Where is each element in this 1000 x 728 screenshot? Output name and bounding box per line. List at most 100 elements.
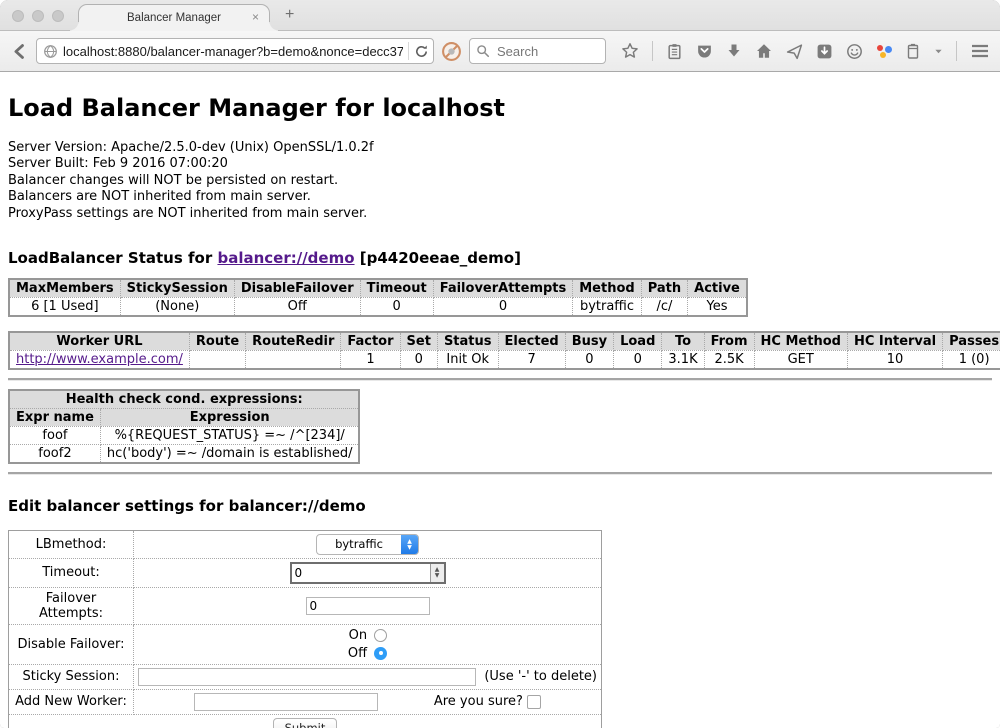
col-set: Set <box>400 332 437 351</box>
balancer-status-header-row: MaxMembers StickySession DisableFailover… <box>9 279 747 298</box>
hamburger-menu-icon[interactable] <box>970 43 990 59</box>
col-active: Active <box>688 279 747 298</box>
col-hc-interval: HC Interval <box>847 332 942 351</box>
cell-active: Yes <box>688 297 747 316</box>
page-content: Load Balancer Manager for localhost Serv… <box>0 72 1000 728</box>
lbmethod-select[interactable]: bytraffic ▲▼ <box>316 534 419 555</box>
health-row: foof2 hc('body') =~ /domain is establish… <box>9 444 359 463</box>
cell-elected: 7 <box>498 350 565 369</box>
col-method: Method <box>573 279 641 298</box>
server-built-line: Server Built: Feb 9 2016 07:00:20 <box>8 156 992 172</box>
cell-set: 0 <box>400 350 437 369</box>
number-spinner[interactable]: ▲▼ <box>430 564 444 582</box>
search-bar[interactable] <box>469 38 606 64</box>
cell-passes: 1 (0) <box>943 350 1000 369</box>
col-load: Load <box>614 332 662 351</box>
tab-close-icon[interactable]: × <box>252 11 259 23</box>
health-row: foof %{REQUEST_STATUS} =~ /^[234]/ <box>9 426 359 444</box>
chevron-down-icon[interactable] <box>934 47 943 56</box>
window-controls <box>12 10 64 22</box>
failover-attempts-label: Failover Attempts: <box>9 587 134 624</box>
worker-header-row: Worker URL Route RouteRedir Factor Set S… <box>9 332 1000 351</box>
sticky-session-input[interactable] <box>138 668 476 686</box>
col-to: To <box>662 332 704 351</box>
col-status: Status <box>437 332 498 351</box>
minimize-window-button[interactable] <box>32 10 44 22</box>
search-input[interactable] <box>495 43 599 60</box>
toolbar-divider <box>956 41 957 61</box>
select-arrows-icon: ▲▼ <box>401 535 418 554</box>
are-you-sure-label: Are you sure? <box>434 694 523 709</box>
cell-expr-name: foof <box>9 426 100 444</box>
failover-attempts-input[interactable] <box>306 597 430 615</box>
proxypass-notice-line: ProxyPass settings are NOT inherited fro… <box>8 206 992 222</box>
add-worker-input[interactable] <box>194 693 378 711</box>
close-window-button[interactable] <box>12 10 24 22</box>
section-divider <box>8 378 992 381</box>
url-text[interactable]: localhost:8880/balancer-manager?b=demo&n… <box>63 44 403 59</box>
health-header-row: Expr name Expression <box>9 408 359 426</box>
col-stickysession: StickySession <box>120 279 234 298</box>
col-path: Path <box>641 279 687 298</box>
disable-failover-label: Disable Failover: <box>9 624 134 664</box>
timeout-row: Timeout: ▲▼ <box>9 558 602 587</box>
home-icon[interactable] <box>755 42 773 60</box>
back-icon[interactable] <box>10 42 29 61</box>
cell-path: /c/ <box>641 297 687 316</box>
timeout-input-wrap: ▲▼ <box>290 562 446 584</box>
zoom-window-button[interactable] <box>52 10 64 22</box>
balancer-demo-link[interactable]: balancer://demo <box>217 249 354 267</box>
chat-smiley-icon[interactable] <box>846 43 863 60</box>
failover-off-radio[interactable] <box>374 647 387 660</box>
col-expr-name: Expr name <box>9 408 100 426</box>
col-maxmembers: MaxMembers <box>9 279 120 298</box>
health-check-table: Health check cond. expressions: Expr nam… <box>8 389 360 464</box>
timeout-label: Timeout: <box>9 558 134 587</box>
reload-icon[interactable] <box>414 44 429 59</box>
cell-maxmembers: 6 [1 Used] <box>9 297 120 316</box>
add-worker-row: Add New Worker: Are you sure? <box>9 689 602 714</box>
bookmark-star-icon[interactable] <box>621 42 639 60</box>
server-version-line: Server Version: Apache/2.5.0-dev (Unix) … <box>8 140 992 156</box>
failover-on-radio[interactable] <box>374 629 387 642</box>
failover-attempts-row: Failover Attempts: <box>9 587 602 624</box>
downloads-icon[interactable] <box>726 43 742 59</box>
col-busy: Busy <box>565 332 613 351</box>
are-you-sure-checkbox[interactable] <box>527 695 541 709</box>
on-label: On <box>349 628 367 643</box>
globe-icon <box>43 44 58 59</box>
reading-list-icon[interactable] <box>666 43 683 60</box>
title-bar: Balancer Manager × + <box>0 0 1000 31</box>
cell-expr-name: foof2 <box>9 444 100 463</box>
colored-dots-icon[interactable] <box>876 43 892 59</box>
cell-hc-method: GET <box>754 350 847 369</box>
persist-notice-line: Balancer changes will NOT be persisted o… <box>8 173 992 189</box>
cell-timeout: 0 <box>360 297 433 316</box>
col-failoverattempts: FailoverAttempts <box>433 279 573 298</box>
pocket-icon[interactable] <box>696 43 713 60</box>
download-box-icon[interactable] <box>816 43 833 60</box>
send-plane-icon[interactable] <box>786 43 803 60</box>
container-icon[interactable] <box>905 43 921 60</box>
tab-balancer-manager[interactable]: Balancer Manager × <box>78 4 270 31</box>
col-route: Route <box>189 332 245 351</box>
edit-balancer-form: LBmethod: bytraffic ▲▼ Timeout: ▲▼ <box>8 530 602 728</box>
submit-button[interactable]: Submit <box>273 718 338 728</box>
lbmethod-label: LBmethod: <box>9 530 134 558</box>
worker-table: Worker URL Route RouteRedir Factor Set S… <box>8 331 1000 370</box>
timeout-input[interactable] <box>292 564 430 582</box>
cell-load: 0 <box>614 350 662 369</box>
col-hc-method: HC Method <box>754 332 847 351</box>
col-factor: Factor <box>341 332 400 351</box>
cell-from: 2.5K <box>704 350 754 369</box>
url-bar[interactable]: localhost:8880/balancer-manager?b=demo&n… <box>36 38 434 64</box>
content-block-icon[interactable] <box>441 41 462 62</box>
worker-url-link[interactable]: http://www.example.com/ <box>16 352 183 367</box>
new-tab-button[interactable]: + <box>285 6 294 24</box>
browser-window: Balancer Manager × + localhost:8880/bala… <box>0 0 1000 728</box>
cell-stickysession: (None) <box>120 297 234 316</box>
worker-row: http://www.example.com/ 1 0 Init Ok 7 0 … <box>9 350 1000 369</box>
submit-row: Submit <box>9 714 602 728</box>
col-routeredir: RouteRedir <box>246 332 341 351</box>
sticky-session-label: Sticky Session: <box>9 664 134 689</box>
